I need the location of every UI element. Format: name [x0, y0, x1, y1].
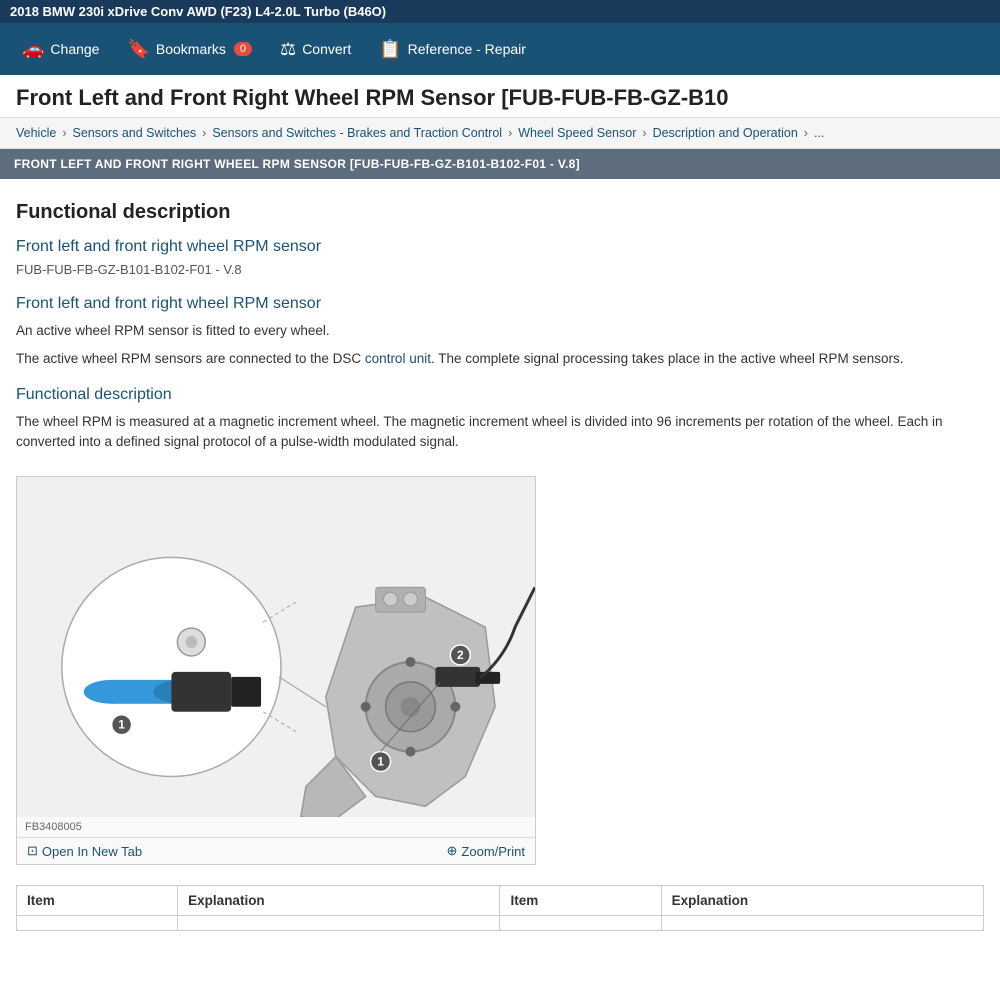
open-new-tab-label: Open In New Tab	[42, 844, 142, 859]
image-box: 1	[16, 476, 536, 865]
nav-convert[interactable]: ⚖ Convert	[266, 23, 365, 75]
table-header-item1: Item	[17, 886, 178, 916]
bookmarks-badge: 0	[234, 42, 252, 56]
breadcrumb-sep-5: ›	[804, 126, 808, 140]
table-header-item2: Item	[500, 886, 661, 916]
convert-icon: ⚖	[280, 39, 296, 60]
svg-text:1: 1	[377, 755, 384, 769]
nav-reference-label: Reference - Repair	[408, 41, 526, 57]
nav-change-label: Change	[50, 41, 99, 57]
breadcrumb-desc-op[interactable]: Description and Operation	[653, 126, 798, 140]
subtitle-code: FUB-FUB-FB-GZ-B101-B102-F01 - V.8	[16, 262, 984, 277]
breadcrumb-sep-3: ›	[508, 126, 512, 140]
table-row	[17, 916, 984, 931]
functional-heading-2: Functional description	[16, 386, 984, 404]
table-cell	[178, 916, 500, 931]
top-bar: 2018 BMW 230i xDrive Conv AWD (F23) L4-2…	[0, 0, 1000, 23]
svg-text:2: 2	[457, 648, 464, 662]
table-cell	[500, 916, 661, 931]
content-area: Functional description Front left and fr…	[0, 191, 1000, 951]
zoom-icon: ⊕	[447, 843, 458, 859]
zoom-print-link[interactable]: ⊕ Zoom/Print	[447, 843, 525, 859]
breadcrumb-sensors-brakes[interactable]: Sensors and Switches - Brakes and Tracti…	[212, 126, 502, 140]
table-body	[17, 916, 984, 931]
body-text-2-part2: . The complete signal processing takes p…	[431, 351, 904, 366]
image-inner: 1	[17, 477, 535, 817]
sensor-diagram: 1	[17, 477, 535, 817]
svg-text:1: 1	[118, 718, 125, 732]
link-sensor-1[interactable]: Front left and front right wheel RPM sen…	[16, 238, 984, 256]
body-text-2: The active wheel RPM sensors are connect…	[16, 349, 984, 369]
breadcrumb-wheel-speed[interactable]: Wheel Speed Sensor	[518, 126, 636, 140]
breadcrumb-sep-4: ›	[642, 126, 646, 140]
table-header-explanation2: Explanation	[661, 886, 983, 916]
table-cell	[17, 916, 178, 931]
open-tab-icon: ⊡	[27, 843, 38, 859]
body-text-2-part1: The active wheel RPM sensors are connect…	[16, 351, 365, 366]
body-text-1: An active wheel RPM sensor is fitted to …	[16, 321, 984, 341]
clipboard-icon: 📋	[379, 39, 401, 60]
nav-change[interactable]: 🚗 Change	[8, 23, 113, 75]
breadcrumb-sep-2: ›	[202, 126, 206, 140]
image-actions: ⊡ Open In New Tab ⊕ Zoom/Print	[17, 837, 535, 864]
long-text: The wheel RPM is measured at a magnetic …	[16, 412, 984, 453]
image-caption: FB3408005	[17, 817, 535, 837]
breadcrumb: Vehicle › Sensors and Switches › Sensors…	[0, 118, 1000, 149]
car-icon: 🚗	[22, 39, 44, 60]
page-title: Front Left and Front Right Wheel RPM Sen…	[0, 75, 1000, 118]
table-header-explanation1: Explanation	[178, 886, 500, 916]
breadcrumb-sep-1: ›	[62, 126, 66, 140]
breadcrumb-vehicle[interactable]: Vehicle	[16, 126, 56, 140]
breadcrumb-more[interactable]: ...	[814, 126, 824, 140]
zoom-print-label: Zoom/Print	[461, 844, 525, 859]
nav-convert-label: Convert	[302, 41, 351, 57]
bookmark-icon: 🔖	[127, 39, 149, 60]
open-new-tab-link[interactable]: ⊡ Open In New Tab	[27, 843, 142, 859]
table-cell	[661, 916, 983, 931]
parts-table: Item Explanation Item Explanation	[16, 885, 984, 931]
section-header-bar: FRONT LEFT AND FRONT RIGHT WHEEL RPM SEN…	[0, 149, 1000, 179]
link-sensor-2[interactable]: Front left and front right wheel RPM sen…	[16, 295, 984, 313]
table-header-row: Item Explanation Item Explanation	[17, 886, 984, 916]
functional-heading-main: Functional description	[16, 201, 984, 224]
breadcrumb-sensors[interactable]: Sensors and Switches	[72, 126, 196, 140]
control-unit-link[interactable]: control unit	[365, 351, 431, 366]
nav-bookmarks-label: Bookmarks	[156, 41, 226, 57]
nav-reference-repair[interactable]: 📋 Reference - Repair	[365, 23, 540, 75]
nav-bar: 🚗 Change 🔖 Bookmarks 0 ⚖ Convert 📋 Refer…	[0, 23, 1000, 75]
vehicle-title: 2018 BMW 230i xDrive Conv AWD (F23) L4-2…	[10, 4, 386, 19]
nav-bookmarks[interactable]: 🔖 Bookmarks 0	[113, 23, 266, 75]
